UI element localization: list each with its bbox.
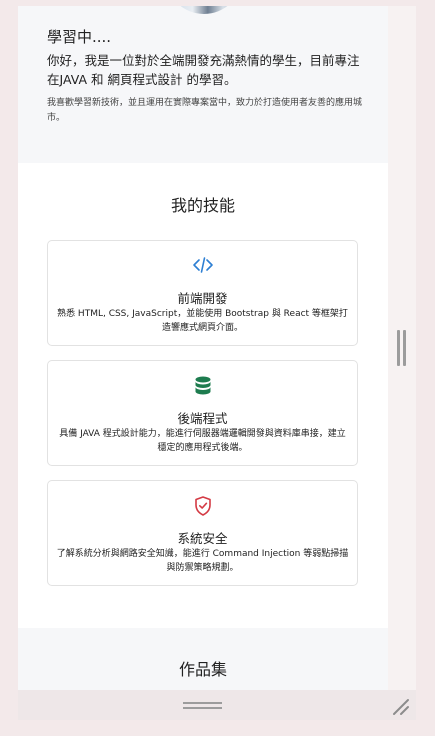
about-subtext: 我喜歡學習新技術，並且運用在實際專案當中，致力於打造使用者友善的應用城市。 [47, 98, 363, 123]
avatar [166, 6, 242, 14]
skill-card-security: 系統安全 了解系統分析與網路安全知識，能進行 Command Injection… [47, 480, 358, 586]
about-body: 你好，我是一位對於全端開發充滿熱情的學生，目前專注在JAVA 和 網頁程式設計 … [47, 53, 360, 87]
skill-title: 後端程式 [177, 411, 228, 426]
skill-description: 了解系統分析與網路安全知識，能進行 Command Injection 等弱點掃… [56, 549, 349, 573]
skill-card-backend: 後端程式 具備 JAVA 程式設計能力，能進行伺服器端邏輯開發與資料庫串接，建立… [47, 360, 358, 466]
code-icon [48, 255, 357, 275]
shield-check-icon [48, 495, 357, 516]
skills-title: 我的技能 [170, 196, 235, 215]
database-icon [48, 375, 357, 395]
about-title: 學習中.... [47, 28, 112, 46]
drag-handle-icon[interactable] [183, 702, 222, 710]
scroll-grip-icon[interactable] [396, 330, 408, 366]
skill-title: 系統安全 [177, 531, 228, 546]
skill-card-frontend: 前端開發 熟悉 HTML, CSS, JavaScript，並能使用 Boots… [47, 240, 358, 346]
about-section: 學習中.... 你好，我是一位對於全端開發充滿熱情的學生，目前專注在JAVA 和… [18, 6, 388, 163]
works-title: 作品集 [178, 660, 227, 679]
skill-title: 前端開發 [177, 291, 228, 306]
skill-description: 具備 JAVA 程式設計能力，能進行伺服器端邏輯開發與資料庫串接，建立穩定的應用… [59, 429, 346, 453]
browser-viewport: 學習中.... 你好，我是一位對於全端開發充滿熱情的學生，目前專注在JAVA 和… [18, 6, 388, 720]
skill-description: 熟悉 HTML, CSS, JavaScript，並能使用 Bootstrap … [57, 309, 348, 333]
resize-corner-icon[interactable] [391, 697, 411, 717]
